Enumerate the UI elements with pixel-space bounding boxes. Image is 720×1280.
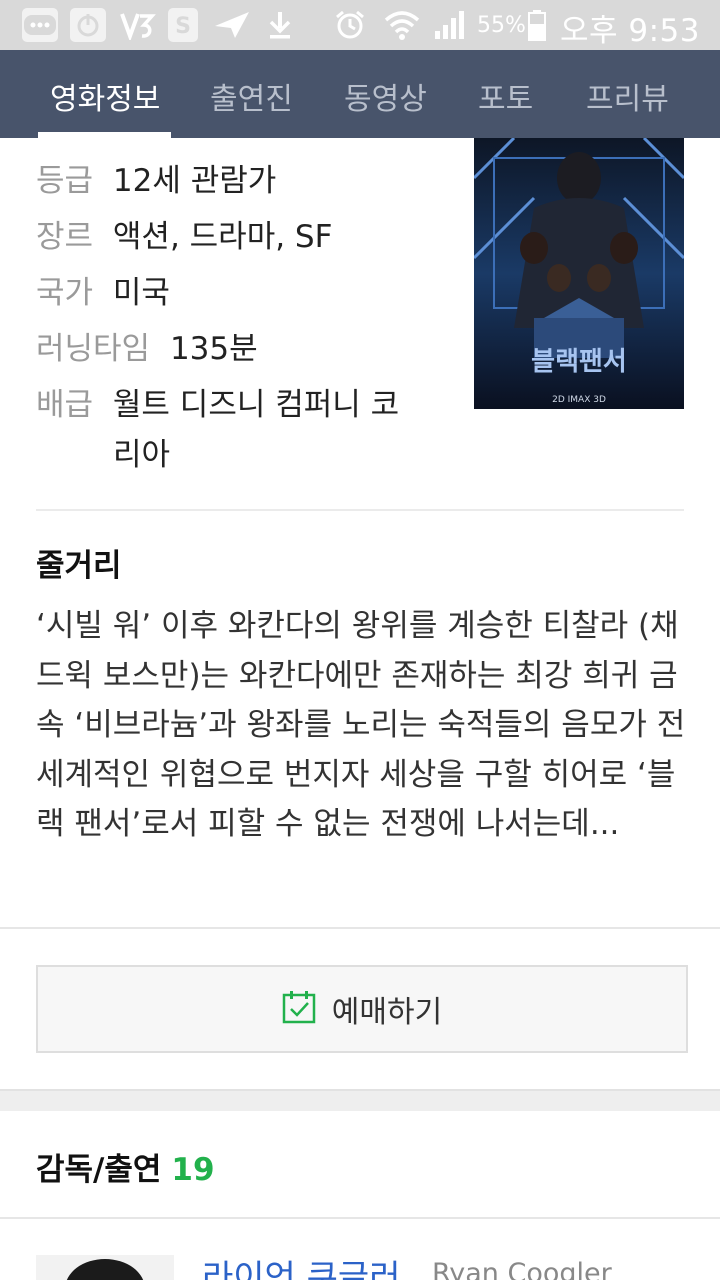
cast-count: 19 xyxy=(171,1152,215,1188)
info-row-distributor: 배급 월트 디즈니 컴퍼니 코 xyxy=(36,382,399,428)
tab-cast[interactable]: 출연진 xyxy=(210,74,293,118)
calendar-check-icon xyxy=(282,990,316,1028)
runtime-label: 러닝타임 xyxy=(36,331,151,367)
tab-videos[interactable]: 동영상 xyxy=(344,74,427,118)
v3-icon xyxy=(120,8,156,42)
status-bar: S 55% 오후 9:53 xyxy=(0,0,720,50)
info-row-runtime: 러닝타임 135분 xyxy=(36,326,258,372)
rating-label: 등급 xyxy=(36,163,94,199)
svg-text:S: S xyxy=(175,14,191,39)
director-name-link[interactable]: 라이언 쿠글러 xyxy=(202,1250,401,1280)
country-value: 미국 xyxy=(112,275,170,311)
runtime-value: 135분 xyxy=(169,331,258,367)
genre-value: 액션, 드라마, SF xyxy=(112,219,333,255)
section-separator xyxy=(0,1089,720,1111)
s-pay-icon: S xyxy=(168,8,198,42)
signal-icon xyxy=(432,8,470,42)
director-avatar[interactable] xyxy=(36,1255,174,1280)
section-divider xyxy=(0,927,720,929)
distributor-value-line2: 리아 xyxy=(113,437,171,473)
info-row-distributor-cont: 리아 xyxy=(113,432,170,478)
rating-value: 12세 관람가 xyxy=(112,163,277,199)
chat-icon xyxy=(22,8,58,42)
tab-photos[interactable]: 포토 xyxy=(478,74,533,118)
section-divider xyxy=(0,1217,720,1219)
cast-section-title: 감독/출연 19 xyxy=(36,1144,215,1189)
clock: 오후 9:53 xyxy=(560,13,701,49)
country-label: 국가 xyxy=(36,275,94,311)
synopsis-text: ‘시빌 워’ 이후 와칸다의 왕위를 계승한 티찰라 (채드윅 보스만)는 와칸… xyxy=(36,608,686,842)
download-icon xyxy=(264,8,296,42)
battery-icon xyxy=(526,8,548,42)
book-ticket-label: 예매하기 xyxy=(331,995,443,1030)
alarm-icon xyxy=(332,8,368,42)
distributor-value-line1: 월트 디즈니 컴퍼니 코 xyxy=(112,387,400,423)
active-tab-indicator xyxy=(38,132,171,138)
book-ticket-button[interactable]: 예매하기 xyxy=(36,965,688,1053)
distributor-label: 배급 xyxy=(36,387,94,423)
synopsis-title: 줄거리 xyxy=(36,548,122,584)
tab-bar: 영화정보 출연진 동영상 포토 프리뷰 xyxy=(0,50,720,138)
tab-movie-info[interactable]: 영화정보 xyxy=(50,74,160,118)
movie-poster[interactable]: 블랙팬서 2D IMAX 3D xyxy=(474,138,684,409)
director-name-english: Ryan Coogler xyxy=(432,1258,612,1280)
section-divider xyxy=(36,509,684,511)
poster-tagline: 2D IMAX 3D xyxy=(552,395,606,405)
info-row-genre: 장르 액션, 드라마, SF xyxy=(36,214,332,260)
send-icon xyxy=(212,8,252,42)
cast-title-label: 감독/출연 xyxy=(36,1152,162,1188)
poster-title: 블랙팬서 xyxy=(531,347,627,377)
battery-percent: 55% xyxy=(477,13,526,38)
info-row-rating: 등급 12세 관람가 xyxy=(36,158,276,204)
genre-label: 장르 xyxy=(36,219,94,255)
info-row-country: 국가 미국 xyxy=(36,270,170,316)
wifi-icon xyxy=(382,8,422,42)
tab-preview[interactable]: 프리뷰 xyxy=(586,74,669,118)
power-icon xyxy=(70,8,106,42)
